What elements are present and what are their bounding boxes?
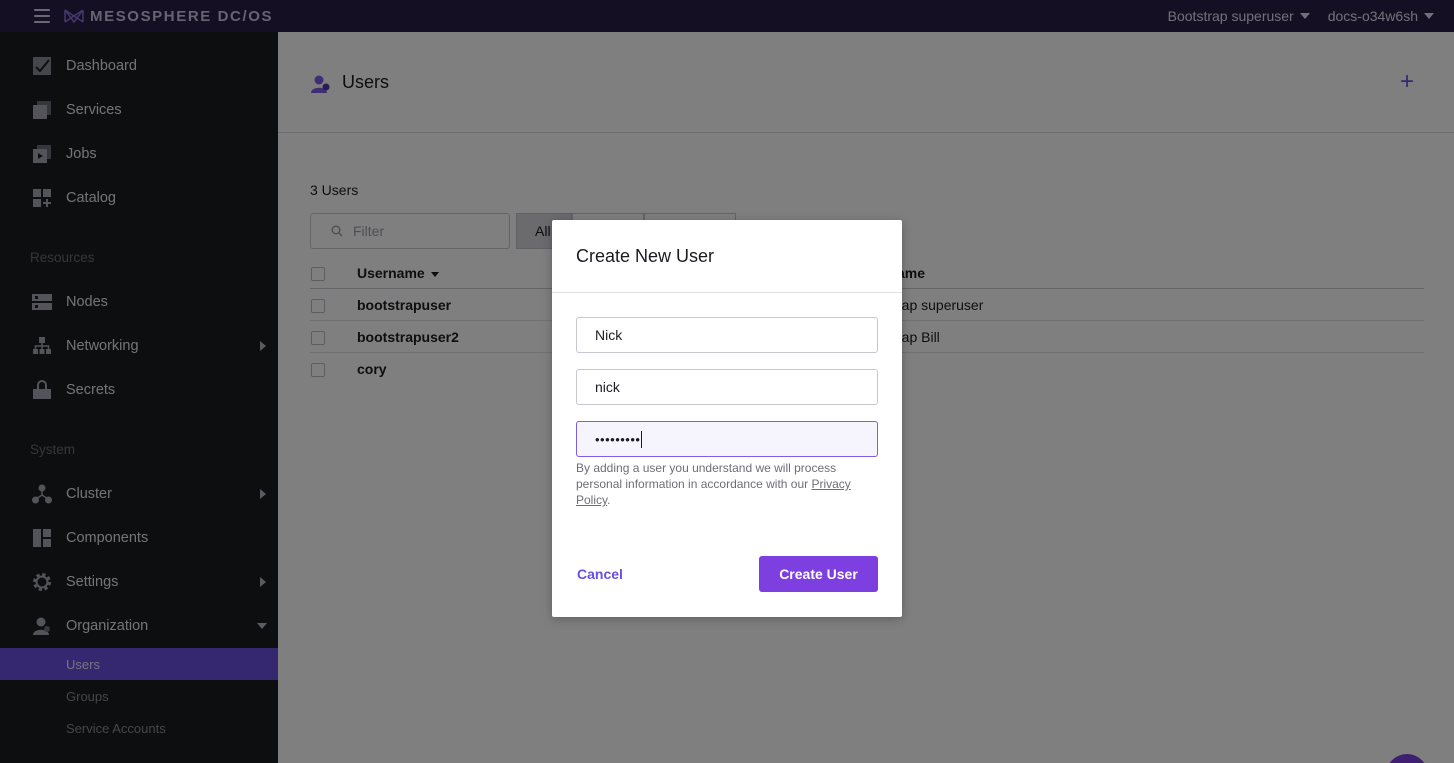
cancel-button[interactable]: Cancel [577, 566, 623, 582]
privacy-notice-end: . [607, 493, 611, 507]
username-input[interactable] [576, 369, 878, 405]
full-name-input[interactable] [576, 317, 878, 353]
privacy-notice: By adding a user you understand we will … [576, 460, 878, 508]
create-user-button[interactable]: Create User [759, 556, 878, 592]
privacy-notice-text: By adding a user you understand we will … [576, 461, 837, 491]
text-cursor [641, 430, 643, 448]
modal-divider [552, 292, 902, 293]
password-input[interactable]: ••••••••• [576, 421, 878, 457]
password-value: ••••••••• [595, 431, 641, 447]
modal-title: Create New User [576, 246, 715, 266]
create-user-modal: Create New User ••••••••• By adding a us… [552, 220, 902, 617]
